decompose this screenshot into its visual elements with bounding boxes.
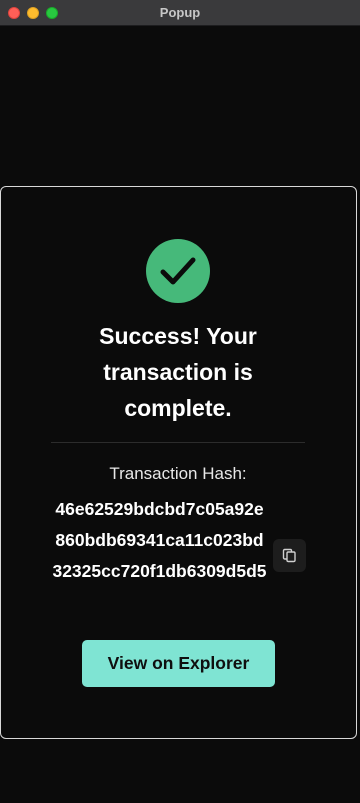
popup-window: Popup Success! Your transaction is compl… [0, 0, 360, 803]
window-title: Popup [159, 5, 201, 20]
success-card: Success! Your transaction is complete. T… [0, 186, 357, 739]
view-on-explorer-button[interactable]: View on Explorer [82, 640, 275, 687]
success-heading: Success! Your transaction is complete. [99, 323, 257, 421]
title-bar: Popup [0, 0, 360, 26]
copy-hash-button[interactable] [273, 539, 306, 572]
transaction-hash-value: 46e62529bdcbd7c05a92e860bdb69341ca11c023… [52, 499, 267, 581]
copy-icon [282, 548, 296, 563]
transaction-hash-label: Transaction Hash: [109, 464, 247, 483]
check-circle-icon [146, 239, 210, 303]
divider [51, 442, 305, 443]
